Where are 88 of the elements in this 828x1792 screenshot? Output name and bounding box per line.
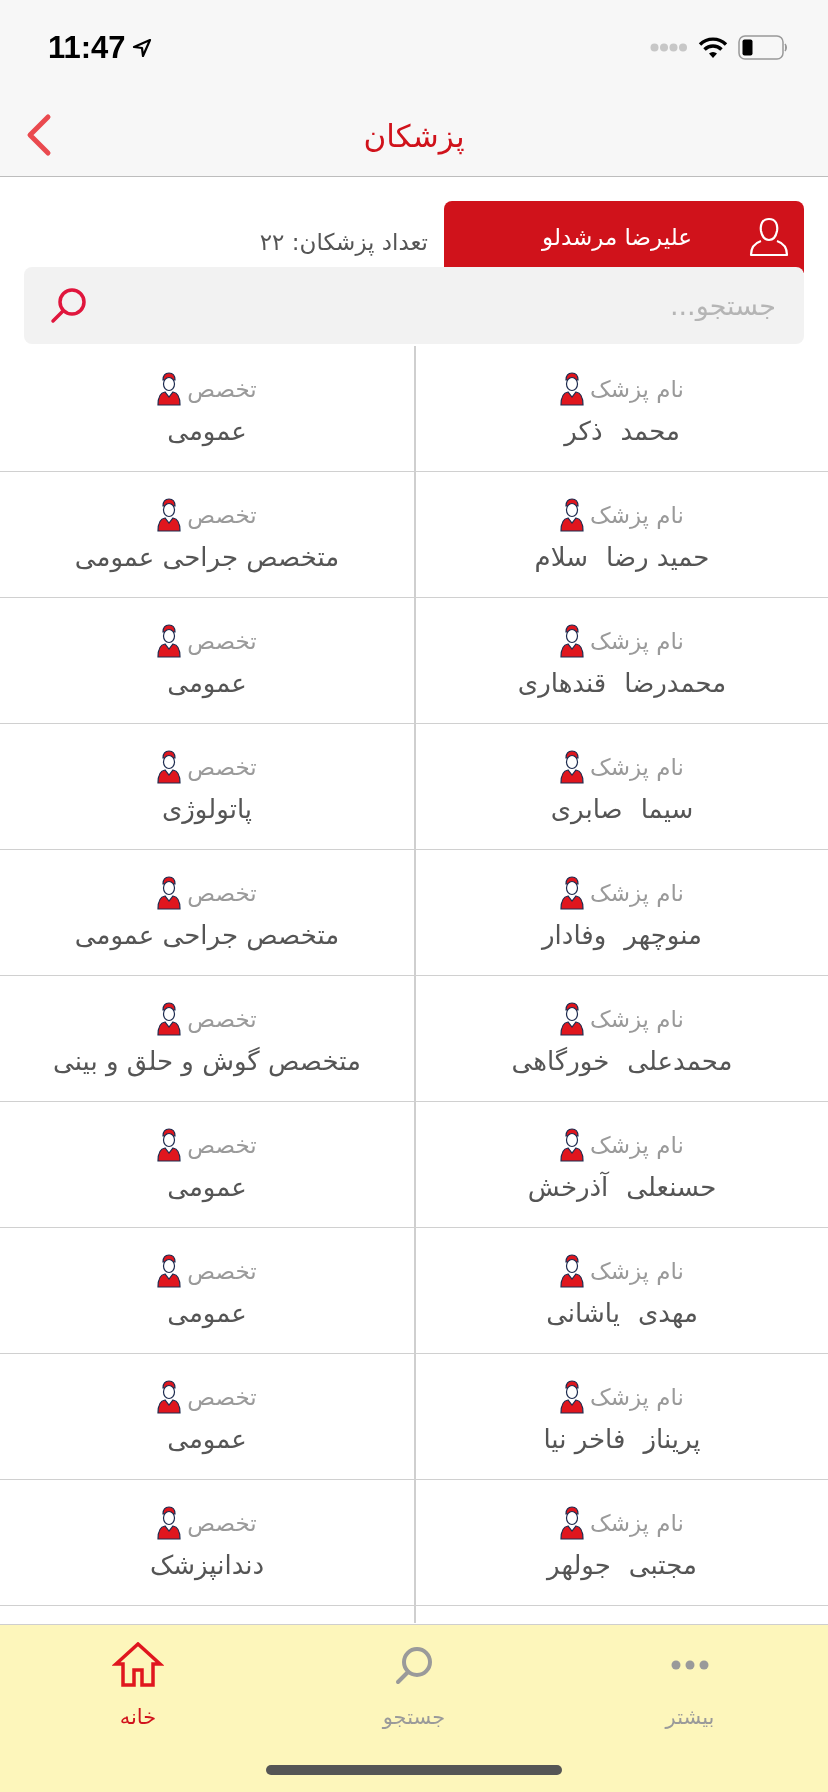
doctor-icon [157,497,182,532]
doctor-first-name: حسنعلی [626,1171,717,1202]
doctor-icon [157,749,182,784]
doctor-last-name: سلام [534,541,588,572]
doctor-specialty: پاتولوژی [161,793,253,824]
doctor-icon [157,1379,182,1414]
doctor-icon [157,1127,182,1162]
user-icon [748,216,790,258]
location-arrow-icon [131,37,152,58]
field-label: تخصص [187,627,257,654]
doctor-last-name: یاشانی [546,1297,620,1328]
doctor-first-name: مجتبی [628,1549,697,1580]
doctor-icon [560,1505,585,1540]
doctor-last-name: ذکر [564,415,603,446]
doctor-first-name: محمد [620,415,680,446]
field-label: تخصص [187,375,257,402]
field-label: تخصص [187,1509,257,1536]
doctor-last-name: وفادار [542,919,607,950]
field-label: تخصص [187,501,257,528]
home-icon [112,1642,164,1688]
doctor-icon [560,497,585,532]
field-label: تخصص [187,879,257,906]
doctor-icon [157,371,182,406]
doctor-count: تعداد پزشکان: ۲۲ [259,229,428,255]
doctor-icon [560,371,585,406]
doctor-first-name: پریناز [643,1423,701,1454]
field-label: تخصص [187,1257,257,1284]
field-label: نام پزشک [590,1257,684,1284]
doctor-specialty: متخصص جراحی عمومی [74,541,340,572]
field-label: نام پزشک [590,501,684,528]
doctor-first-name: حمید رضا [606,541,710,572]
field-label: تخصص [187,1131,257,1158]
doctor-icon [157,1505,182,1540]
doctor-last-name: خورگاهی [511,1045,610,1076]
field-label: نام پزشک [590,1131,684,1158]
doctor-icon [560,1379,585,1414]
doctor-specialty: عمومی [167,415,247,446]
doctor-icon [157,875,182,910]
field-label: نام پزشک [590,879,684,906]
search-icon [394,1645,434,1685]
tab-bar-item[interactable]: جستجو [276,1625,552,1792]
doctor-specialty: متخصص جراحی عمومی [74,919,340,950]
field-label: تخصص [187,1005,257,1032]
doctor-first-name: سیما [640,793,694,824]
doctor-specialty: عمومی [167,1171,247,1202]
doctor-specialty: عمومی [167,1297,247,1328]
doctor-icon [157,1001,182,1036]
search-icon [50,286,88,324]
doctor-last-name: فاخر نیا [543,1423,626,1454]
field-label: نام پزشک [590,1509,684,1536]
doctor-first-name: منوچهر [624,919,702,950]
doctor-icon [560,1127,585,1162]
wifi-icon [698,36,728,59]
clock-time: 11:47 [48,29,126,66]
doctor-icon [157,1253,182,1288]
doctor-specialty: عمومی [167,667,247,698]
doctor-first-name: محمدعلی [627,1045,733,1076]
doctor-last-name: جولهر [547,1549,611,1580]
battery-icon [738,35,788,60]
doctor-last-name: آذرخش [527,1171,609,1202]
doctor-specialty: متخصص گوش و حلق و بینی [53,1045,361,1076]
doctor-first-name: محمدرضا [624,667,727,698]
field-label: نام پزشک [590,375,684,402]
user-tab[interactable]: علیرضا مرشدلو [444,201,804,273]
doctor-specialty: دندانپزشک [149,1549,265,1580]
field-label: تخصص [187,1383,257,1410]
doctor-last-name: قندهاری [517,667,607,698]
doctor-icon [560,1253,585,1288]
doctor-specialty: عمومی [167,1423,247,1454]
doctor-first-name: مهدی [637,1297,698,1328]
tab-bar-item[interactable]: خانه [0,1625,276,1792]
more-icon [670,1659,710,1671]
field-label: نام پزشک [590,1005,684,1032]
doctor-icon [560,749,585,784]
doctor-icon [560,623,585,658]
field-label: تخصص [187,753,257,780]
tab-bar-item[interactable]: بیشتر [552,1625,828,1792]
doctor-icon [560,875,585,910]
page-title: پزشکان [363,117,465,154]
search-field[interactable]: جستجو... [24,267,804,344]
doctor-icon [560,1001,585,1036]
doctor-last-name: صابری [550,793,623,824]
signal-icon [650,43,688,52]
field-label: نام پزشک [590,1383,684,1410]
field-label: نام پزشک [590,753,684,780]
field-label: نام پزشک [590,627,684,654]
user-name: علیرضا مرشدلو [542,224,693,250]
doctor-icon [157,623,182,658]
